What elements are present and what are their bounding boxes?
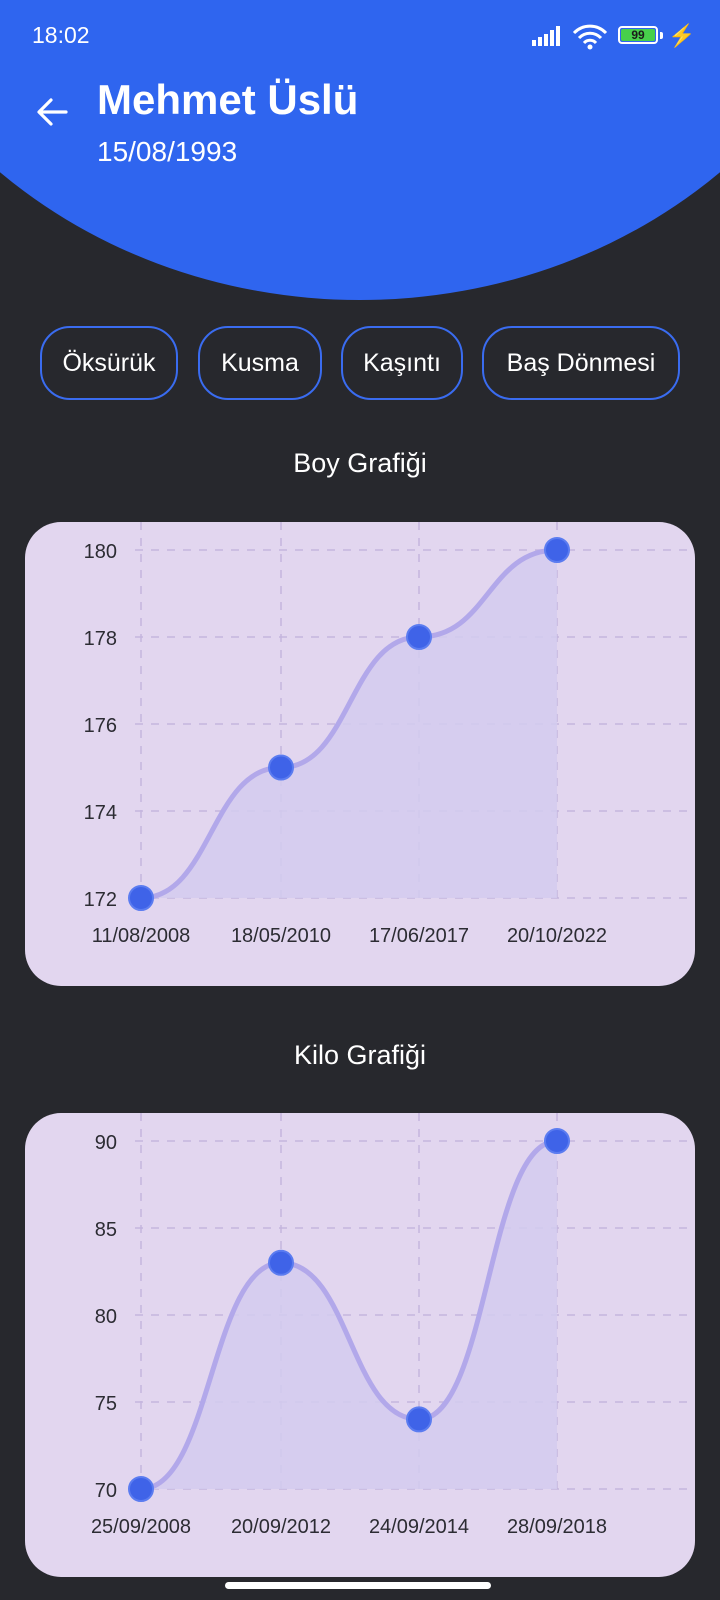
x-tick-label: 11/08/2008 xyxy=(92,925,191,947)
charging-icon: ⚡ xyxy=(668,23,696,48)
y-tick-label: 80 xyxy=(95,1306,117,1328)
data-point[interactable] xyxy=(268,1249,294,1276)
x-tick-label: 28/09/2018 xyxy=(507,1516,607,1538)
data-point[interactable] xyxy=(406,1406,432,1433)
data-point[interactable] xyxy=(406,624,432,650)
y-tick-label: 180 xyxy=(84,541,117,563)
chip-kusma[interactable]: Kusma xyxy=(198,326,322,400)
battery-level: 99 xyxy=(621,29,655,42)
app-screen: 18:02 99 ⚡ Mehmet Üslü 15/08/1993 Öksürü… xyxy=(0,0,720,1600)
data-point[interactable] xyxy=(128,885,154,911)
data-point[interactable] xyxy=(268,754,294,781)
height-chart-card: 172 174 176 178 180 11/08/2008 18/05/2010 17/06… xyxy=(25,522,695,986)
navigation-handle[interactable] xyxy=(225,1582,491,1589)
y-tick-label: 70 xyxy=(95,1480,117,1502)
data-point[interactable] xyxy=(544,1128,570,1154)
battery-icon: 99 xyxy=(618,26,658,44)
x-tick-label: 25/09/2008 xyxy=(91,1516,191,1538)
patient-dob: 15/08/1993 xyxy=(97,136,238,167)
x-tick-label: 20/09/2012 xyxy=(231,1516,331,1538)
y-tick-label: 85 xyxy=(95,1219,117,1241)
weight-chart: 70 75 80 85 90 25/09/2008 20/09/2012 24/09/2014… xyxy=(91,1113,695,1538)
chip-bas-donmesi[interactable]: Baş Dönmesi xyxy=(482,326,680,400)
y-tick-label: 178 xyxy=(84,628,117,650)
y-tick-label: 174 xyxy=(84,802,117,824)
x-tick-label: 20/10/2022 xyxy=(507,925,607,947)
x-tick-label: 17/06/2017 xyxy=(369,925,469,947)
arrow-left-icon[interactable] xyxy=(32,92,72,132)
height-chart-title: Boy Grafiği xyxy=(293,448,427,478)
y-tick-label: 90 xyxy=(95,1132,117,1154)
battery-tip xyxy=(660,32,663,39)
y-tick-label: 176 xyxy=(84,715,117,737)
x-tick-label: 24/09/2014 xyxy=(369,1516,469,1538)
status-icons: 99 ⚡ xyxy=(532,22,696,50)
data-point[interactable] xyxy=(544,537,570,563)
signal-icon xyxy=(532,26,560,46)
status-bar: 18:02 99 ⚡ xyxy=(0,0,720,72)
weight-chart-card: 70 75 80 85 90 25/09/2008 20/09/2012 24/09/2014… xyxy=(25,1113,695,1577)
chip-oksuruk[interactable]: Öksürük xyxy=(40,326,178,400)
data-point[interactable] xyxy=(128,1476,154,1502)
wifi-icon xyxy=(572,24,608,50)
y-tick-label: 75 xyxy=(95,1393,117,1415)
y-tick-label: 172 xyxy=(84,889,117,911)
weight-chart-title: Kilo Grafiği xyxy=(293,1040,427,1070)
x-tick-label: 18/05/2010 xyxy=(231,925,331,947)
status-time: 18:02 xyxy=(32,22,90,48)
height-chart: 172 174 176 178 180 11/08/2008 18/05/2010 17/06… xyxy=(84,522,695,947)
chip-kasinti[interactable]: Kaşıntı xyxy=(341,326,463,400)
patient-name: Mehmet Üslü xyxy=(97,76,359,123)
